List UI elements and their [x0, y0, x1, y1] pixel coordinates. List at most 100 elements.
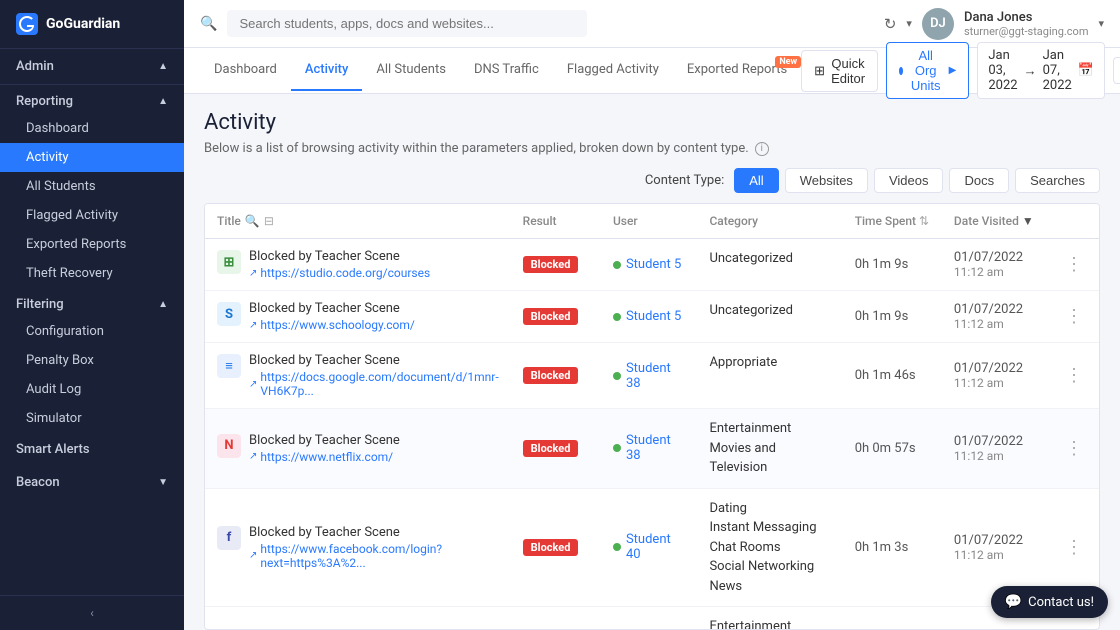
- blocked-badge: Blocked: [523, 367, 579, 384]
- student-name: Student 5: [626, 309, 681, 324]
- url-text: https://www.schoology.com/: [260, 318, 414, 332]
- table-header: Title 🔍 ⊟ Result User Category Time Spen…: [205, 204, 1099, 239]
- sidebar-item-audit-log[interactable]: Audit Log: [0, 375, 184, 404]
- sidebar-item-exported-reports[interactable]: Exported Reports: [0, 230, 184, 259]
- student-name: Student 38: [626, 361, 685, 391]
- student-link[interactable]: Student 40: [613, 532, 685, 562]
- category-text: Uncategorized: [709, 249, 830, 269]
- table-row: N Blocked by Teacher Scene ↗ https://www…: [205, 607, 1099, 630]
- sidebar-item-configuration[interactable]: Configuration: [0, 317, 184, 346]
- time-spent: 0h 1m 46s: [855, 368, 916, 383]
- row-url[interactable]: ↗ https://www.netflix.com/: [249, 450, 400, 464]
- admin-chevron-icon: ▲: [158, 61, 168, 72]
- beacon-chevron-icon: ▼: [158, 477, 168, 488]
- org-units-button[interactable]: All Org Units ▶: [886, 42, 969, 99]
- date-visited: 01/07/2022: [954, 302, 1037, 317]
- ct-videos-button[interactable]: Videos: [874, 168, 944, 193]
- content-type-bar: Content Type: All Websites Videos Docs S…: [204, 168, 1100, 193]
- table-body: ⊞ Blocked by Teacher Scene ↗ https://stu…: [205, 239, 1099, 630]
- smart-alerts-label: Smart Alerts: [16, 442, 90, 457]
- sidebar-item-activity[interactable]: Activity: [0, 143, 184, 172]
- row-action-menu[interactable]: ⋮: [1061, 535, 1087, 560]
- student-name: Student 5: [626, 257, 681, 272]
- tab-flagged-activity[interactable]: Flagged Activity: [553, 50, 673, 91]
- student-link[interactable]: Student 5: [613, 309, 685, 324]
- category-text: EntertainmentMovies and Television: [709, 617, 830, 630]
- grid-icon: ⊞: [814, 63, 825, 79]
- th-actions: [1049, 204, 1099, 239]
- topbar-right: ↻ ▾ DJ Dana Jones sturner@ggt-staging.co…: [884, 8, 1104, 40]
- quick-editor-label: Quick Editor: [831, 56, 865, 86]
- online-dot: [613, 313, 621, 321]
- time-sort-icon[interactable]: ⇅: [919, 214, 929, 228]
- ct-docs-button[interactable]: Docs: [949, 168, 1009, 193]
- quick-editor-button[interactable]: ⊞ Quick Editor: [801, 50, 878, 92]
- filtering-label: Filtering: [16, 297, 64, 312]
- sidebar-section-filtering: Filtering ▲ Configuration Penalty Box Au…: [0, 288, 184, 433]
- content-area: Content Type: All Websites Videos Docs S…: [204, 168, 1100, 630]
- download-button[interactable]: ↓ ▾: [1113, 57, 1120, 84]
- filtering-section-header[interactable]: Filtering ▲: [0, 288, 184, 317]
- sidebar-item-dashboard[interactable]: Dashboard: [0, 114, 184, 143]
- external-link-icon: ↗: [249, 550, 257, 561]
- sidebar-section-admin[interactable]: Admin ▲: [0, 49, 184, 85]
- contact-us-button[interactable]: 💬 Contact us!: [991, 586, 1108, 618]
- search-input[interactable]: [227, 10, 587, 37]
- site-icon: N: [217, 434, 241, 458]
- user-dropdown-icon[interactable]: ▾: [1098, 17, 1104, 30]
- row-url[interactable]: ↗ https://studio.code.org/courses: [249, 266, 430, 280]
- reporting-section-header[interactable]: Reporting ▲: [0, 85, 184, 114]
- sidebar-item-all-students[interactable]: All Students: [0, 172, 184, 201]
- time-spent: 0h 1m 9s: [855, 309, 909, 324]
- row-action-menu[interactable]: ⋮: [1061, 436, 1087, 461]
- row-url[interactable]: ↗ https://www.facebook.com/login?next=ht…: [249, 542, 499, 570]
- sidebar-item-smart-alerts[interactable]: Smart Alerts: [0, 433, 184, 466]
- org-units-chevron-icon: ▶: [949, 65, 957, 76]
- sidebar-item-theft-recovery[interactable]: Theft Recovery: [0, 259, 184, 288]
- date-sort-icon[interactable]: ▼: [1022, 214, 1034, 228]
- info-icon[interactable]: i: [755, 142, 769, 156]
- row-url[interactable]: ↗ https://www.schoology.com/: [249, 318, 415, 332]
- date-range-picker[interactable]: Jan 03, 2022 → Jan 07, 2022 📅: [977, 42, 1105, 99]
- org-units-label: All Org Units: [909, 48, 943, 93]
- title-filter-icon[interactable]: ⊟: [264, 214, 274, 228]
- url-text: https://studio.code.org/courses: [260, 266, 430, 280]
- tab-dns-traffic[interactable]: DNS Traffic: [460, 50, 553, 91]
- blocked-badge: Blocked: [523, 440, 579, 457]
- row-action-menu[interactable]: ⋮: [1061, 304, 1087, 329]
- student-link[interactable]: Student 38: [613, 433, 685, 463]
- admin-label: Admin: [16, 59, 54, 74]
- row-action-menu[interactable]: ⋮: [1061, 363, 1087, 388]
- title-cell: Blocked by Teacher Scene ↗ https://www.s…: [249, 301, 415, 332]
- row-url[interactable]: ↗ https://docs.google.com/document/d/1mn…: [249, 370, 499, 398]
- student-link[interactable]: Student 5: [613, 257, 685, 272]
- student-link[interactable]: Student 38: [613, 361, 685, 391]
- sidebar-item-flagged-activity[interactable]: Flagged Activity: [0, 201, 184, 230]
- table-row: ≡ Blocked by Teacher Scene ↗ https://doc…: [205, 343, 1099, 409]
- tab-exported-reports[interactable]: Exported Reports New: [673, 50, 801, 91]
- sidebar-section-reporting: Reporting ▲ Dashboard Activity All Stude…: [0, 85, 184, 288]
- sidebar-item-penalty-box[interactable]: Penalty Box: [0, 346, 184, 375]
- site-icon: S: [217, 302, 241, 326]
- ct-searches-button[interactable]: Searches: [1015, 168, 1100, 193]
- reporting-chevron-icon: ▲: [158, 96, 168, 107]
- user-name: Dana Jones: [964, 10, 1089, 25]
- row-title: Blocked by Teacher Scene: [249, 301, 415, 316]
- table-row: f Blocked by Teacher Scene ↗ https://www…: [205, 488, 1099, 607]
- time-visited: 11:12 am: [954, 265, 1037, 279]
- tab-all-students[interactable]: All Students: [362, 50, 460, 91]
- goguardian-logo-icon: [16, 13, 38, 35]
- refresh-icon[interactable]: ↻: [884, 15, 897, 33]
- sidebar-item-beacon[interactable]: Beacon ▼: [0, 466, 184, 499]
- title-cell: Blocked by Teacher Scene ↗ https://studi…: [249, 249, 430, 280]
- row-action-menu[interactable]: ⋮: [1061, 252, 1087, 277]
- th-time-spent: Time Spent ⇅: [843, 204, 942, 239]
- tab-dashboard[interactable]: Dashboard: [200, 50, 291, 91]
- refresh-dropdown-icon[interactable]: ▾: [906, 17, 912, 30]
- sidebar-item-simulator[interactable]: Simulator: [0, 404, 184, 433]
- ct-all-button[interactable]: All: [734, 168, 778, 193]
- ct-websites-button[interactable]: Websites: [785, 168, 868, 193]
- title-search-icon[interactable]: 🔍: [245, 214, 260, 228]
- tab-activity[interactable]: Activity: [291, 50, 363, 91]
- sidebar-collapse-btn[interactable]: ‹: [0, 595, 184, 630]
